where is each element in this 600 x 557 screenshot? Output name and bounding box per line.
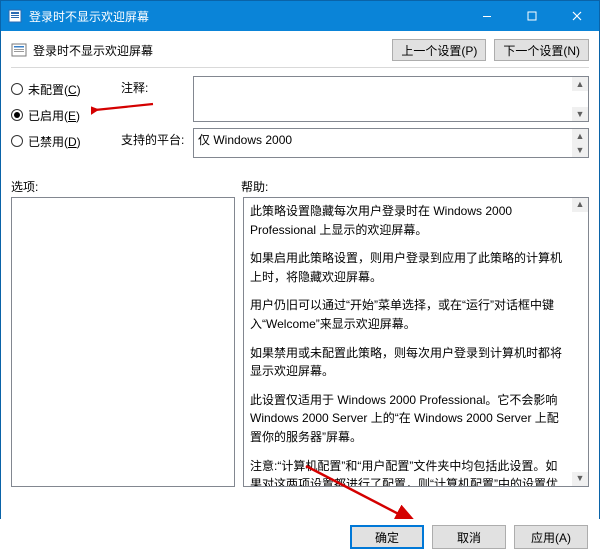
previous-setting-button[interactable]: 上一个设置(P) [392,39,486,61]
radio-label: 未配置(C) [28,81,81,98]
radio-disabled[interactable]: 已禁用(D) [11,130,121,152]
cancel-button[interactable]: 取消 [432,525,506,549]
close-button[interactable] [554,1,599,31]
radio-enabled[interactable]: 已启用(E) [11,104,121,126]
apply-button[interactable]: 应用(A) [514,525,588,549]
scroll-up-icon[interactable]: ▲ [572,77,588,91]
radio-column: 未配置(C) 已启用(E) 已禁用(D) [11,76,121,164]
radio-dot-icon [11,135,23,147]
supported-platform-box: 仅 Windows 2000 ▲ ▼ [193,128,589,158]
comment-textarea[interactable]: ▲ ▼ [193,76,589,122]
lower-labels: 选项: 帮助: [11,178,589,195]
policy-icon [11,42,27,58]
options-label: 选项: [11,178,241,195]
help-paragraph: 此策略设置隐藏每次用户登录时在 Windows 2000 Professiona… [250,202,568,239]
scroll-down-icon[interactable]: ▼ [572,107,588,121]
client-area: 登录时不显示欢迎屏幕 上一个设置(P) 下一个设置(N) 未配置(C) 已启用(… [1,31,599,487]
help-paragraph: 此设置仅适用于 Windows 2000 Professional。它不会影响 … [250,391,568,447]
maximize-button[interactable] [509,1,554,31]
window-title: 登录时不显示欢迎屏幕 [29,8,464,25]
next-setting-button[interactable]: 下一个设置(N) [494,39,589,61]
scroll-down-icon[interactable]: ▼ [572,472,588,486]
help-label: 帮助: [241,178,268,195]
scroll-up-icon[interactable]: ▲ [572,198,588,212]
minimize-button[interactable] [464,1,509,31]
help-paragraph: 如果启用此策略设置，则用户登录到应用了此策略的计算机上时，将隐藏欢迎屏幕。 [250,249,568,286]
platform-value: 仅 Windows 2000 [198,131,292,148]
footer: 确定 取消 应用(A) [0,519,600,557]
radio-label: 已禁用(D) [28,133,81,150]
help-paragraph: 如果禁用或未配置此策略，则每次用户登录到计算机时都将显示欢迎屏幕。 [250,344,568,381]
lower-boxes: 此策略设置隐藏每次用户登录时在 Windows 2000 Professiona… [11,197,589,487]
options-box [11,197,235,487]
scrollbar[interactable]: ▲ ▼ [572,198,588,486]
radio-not-configured[interactable]: 未配置(C) [11,78,121,100]
title-bar: 登录时不显示欢迎屏幕 [1,1,599,31]
window-buttons [464,1,599,31]
help-box[interactable]: 此策略设置隐藏每次用户登录时在 Windows 2000 Professiona… [243,197,589,487]
header-row: 登录时不显示欢迎屏幕 上一个设置(P) 下一个设置(N) [11,39,589,61]
app-icon [7,8,23,24]
scroll-down-icon[interactable]: ▼ [572,143,588,157]
config-row: 未配置(C) 已启用(E) 已禁用(D) 注释: ▲ [11,76,589,164]
scroll-up-icon[interactable]: ▲ [572,129,588,143]
policy-caption: 登录时不显示欢迎屏幕 [33,42,392,59]
radio-label: 已启用(E) [28,107,80,124]
comment-label: 注释: [121,76,193,122]
help-paragraph: 注意:“计算机配置”和“用户配置”文件夹中均包括此设置。如果对这两项设置都进行了… [250,457,568,487]
fields-column: 注释: ▲ ▼ 支持的平台: 仅 Windows 2000 ▲ ▼ [121,76,589,164]
radio-dot-icon [11,83,23,95]
separator [11,67,589,68]
radio-dot-icon [11,109,23,121]
scrollbar[interactable]: ▲ ▼ [572,77,588,121]
scrollbar[interactable]: ▲ ▼ [572,129,588,157]
ok-button[interactable]: 确定 [350,525,424,549]
help-paragraph: 用户仍旧可以通过“开始”菜单选择，或在“运行”对话框中键入“Welcome”来显… [250,296,568,333]
platform-label: 支持的平台: [121,128,193,158]
